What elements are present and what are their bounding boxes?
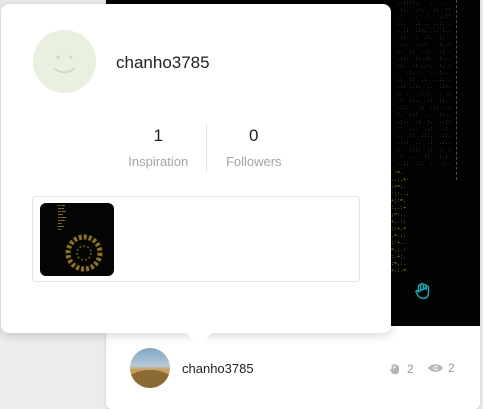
views-count-value: 2: [448, 361, 455, 375]
stat-inspiration[interactable]: 1 Inspiration: [111, 124, 206, 172]
stat-followers-label: Followers: [225, 154, 282, 169]
profile-hover-card: chanho3785 1 Inspiration 0 Followers: [1, 4, 391, 345]
clap-hand-icon[interactable]: [412, 280, 434, 302]
stat-inspiration-value: 1: [153, 126, 163, 145]
stat-followers-value: 0: [249, 126, 259, 145]
views-count: 2: [427, 361, 455, 375]
artwork-code-text-top: ..::::.. .. .. :. ..:. .: :: .: .. .: ..…: [397, 0, 452, 167]
likes-count: 2: [387, 361, 414, 377]
stat-inspiration-label: Inspiration: [128, 154, 189, 169]
artwork-code-text-bottom: . :=. ..;,+- .:+=;. -;:.., .+;:=, :,.;+ …: [388, 170, 410, 274]
smiley-face-icon: [54, 55, 75, 74]
profile-username[interactable]: chanho3785: [116, 53, 210, 73]
feed-card-footer: chanho3785 2 2: [106, 326, 480, 409]
work-thumbnail[interactable]: [40, 203, 114, 276]
likes-count-value: 2: [407, 362, 414, 376]
clap-hand-icon: [389, 363, 399, 375]
dark-code-artwork-thumbnail: [58, 205, 103, 272]
artwork-frame-line: [456, 0, 457, 180]
author-name[interactable]: chanho3785: [182, 361, 254, 376]
profile-stats: 1 Inspiration 0 Followers: [111, 124, 301, 172]
stat-followers[interactable]: 0 Followers: [205, 124, 302, 172]
recent-works-list: [32, 196, 360, 282]
author-avatar[interactable]: [130, 348, 170, 388]
eye-icon: [427, 364, 444, 372]
profile-avatar[interactable]: [33, 30, 96, 93]
